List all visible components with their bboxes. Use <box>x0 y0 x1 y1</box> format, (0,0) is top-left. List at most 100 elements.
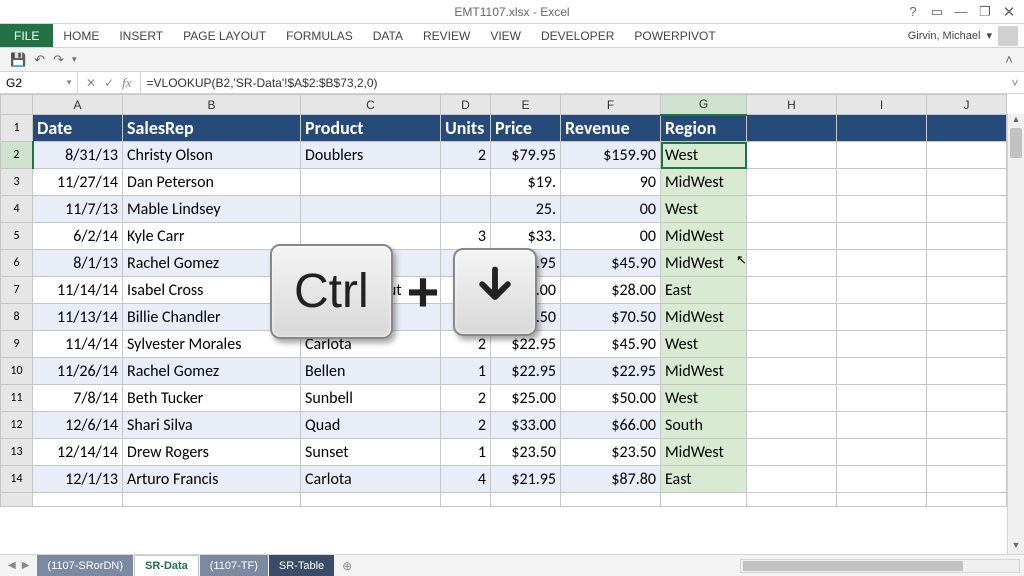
cell[interactable]: 2 <box>441 142 491 169</box>
cell[interactable]: MidWest <box>661 169 747 196</box>
cell[interactable] <box>747 385 837 412</box>
cell[interactable] <box>837 331 927 358</box>
cell[interactable]: 11/4/14 <box>33 331 123 358</box>
cell[interactable] <box>927 169 1007 196</box>
cell[interactable]: MidWest <box>661 439 747 466</box>
cell[interactable]: Drew Rogers <box>123 439 301 466</box>
col-J[interactable]: J <box>927 95 1007 115</box>
row-header[interactable]: 4 <box>1 196 33 223</box>
cell[interactable]: 6/2/14 <box>33 223 123 250</box>
tab-data[interactable]: DATA <box>363 24 413 47</box>
cell[interactable]: 90 <box>561 169 661 196</box>
cell[interactable] <box>927 493 1007 507</box>
cell[interactable]: MidWest <box>661 250 747 277</box>
cell[interactable] <box>441 196 491 223</box>
cell[interactable]: Carlota <box>301 466 441 493</box>
fx-icon[interactable]: fx <box>122 75 131 91</box>
cell[interactable]: Beth Tucker <box>123 385 301 412</box>
cancel-formula-icon[interactable]: ✕ <box>86 76 96 90</box>
new-sheet-icon[interactable]: ⊕ <box>335 555 359 576</box>
cell[interactable] <box>927 304 1007 331</box>
cell[interactable] <box>927 358 1007 385</box>
col-B[interactable]: B <box>123 95 301 115</box>
cell[interactable] <box>927 223 1007 250</box>
cell[interactable]: $45.90 <box>561 250 661 277</box>
cell[interactable] <box>837 223 927 250</box>
cell[interactable] <box>661 493 747 507</box>
sheet-tab[interactable]: SR-Table <box>269 555 334 576</box>
chevron-down-icon[interactable]: ▼ <box>65 78 73 87</box>
col-C[interactable]: C <box>301 95 441 115</box>
cell[interactable] <box>837 304 927 331</box>
cell[interactable]: $87.80 <box>561 466 661 493</box>
col-G[interactable]: G <box>661 95 747 115</box>
cell[interactable]: $19. <box>491 169 561 196</box>
cell[interactable]: MidWest <box>661 304 747 331</box>
cell[interactable] <box>837 277 927 304</box>
file-tab[interactable]: FILE <box>0 24 53 47</box>
cell[interactable]: $22.95 <box>561 358 661 385</box>
cell[interactable]: 4 <box>441 466 491 493</box>
sheet-nav-next-icon[interactable]: ▶ <box>22 560 30 571</box>
cell[interactable]: $70.50 <box>561 304 661 331</box>
cell[interactable]: 11/14/14 <box>33 277 123 304</box>
cell[interactable]: Arturo Francis <box>123 466 301 493</box>
tab-insert[interactable]: INSERT <box>109 24 173 47</box>
tab-home[interactable]: HOME <box>53 24 109 47</box>
cell[interactable] <box>837 439 927 466</box>
cell[interactable] <box>927 385 1007 412</box>
header-cell[interactable]: Product <box>301 115 441 142</box>
tab-view[interactable]: VIEW <box>480 24 531 47</box>
cell[interactable]: East <box>661 277 747 304</box>
row-header[interactable]: 7 <box>1 277 33 304</box>
cell[interactable]: South <box>661 412 747 439</box>
header-cell[interactable]: Date <box>33 115 123 142</box>
col-A[interactable]: A <box>33 95 123 115</box>
row-header[interactable]: 8 <box>1 304 33 331</box>
cell[interactable]: West <box>661 385 747 412</box>
cell[interactable]: 7/8/14 <box>33 385 123 412</box>
cell[interactable]: 12/1/13 <box>33 466 123 493</box>
cell[interactable] <box>33 493 123 507</box>
cell[interactable]: $23.50 <box>491 439 561 466</box>
sheet-nav-prev-icon[interactable]: ◀ <box>8 560 16 571</box>
cell[interactable]: 1 <box>441 439 491 466</box>
cell[interactable]: West <box>661 196 747 223</box>
cell[interactable]: Mable Lindsey <box>123 196 301 223</box>
cell[interactable] <box>441 169 491 196</box>
tab-pagelayout[interactable]: PAGE LAYOUT <box>173 24 276 47</box>
row-header[interactable]: 1 <box>1 115 33 142</box>
cell[interactable]: Sunbell <box>301 385 441 412</box>
cell[interactable]: 11/27/14 <box>33 169 123 196</box>
header-cell[interactable]: Price <box>491 115 561 142</box>
row-header[interactable]: 6 <box>1 250 33 277</box>
scroll-down-icon[interactable]: ▼ <box>1008 540 1024 554</box>
cell[interactable] <box>927 439 1007 466</box>
cell[interactable]: 00 <box>561 196 661 223</box>
header-cell[interactable]: Revenue <box>561 115 661 142</box>
ribbon-display-icon[interactable]: ▭ <box>926 3 948 21</box>
cell[interactable] <box>491 493 561 507</box>
cell[interactable] <box>747 115 837 142</box>
cell[interactable] <box>747 466 837 493</box>
cell[interactable] <box>837 115 927 142</box>
cell[interactable] <box>927 412 1007 439</box>
cell[interactable] <box>837 250 927 277</box>
cell[interactable]: $159.90 <box>561 142 661 169</box>
cell[interactable]: West <box>661 331 747 358</box>
col-E[interactable]: E <box>491 95 561 115</box>
row-header[interactable]: 5 <box>1 223 33 250</box>
header-cell[interactable]: Units <box>441 115 491 142</box>
cell[interactable]: 12/6/14 <box>33 412 123 439</box>
sheet-tab[interactable]: (1107-SRorDN) <box>37 555 133 576</box>
cell[interactable] <box>747 412 837 439</box>
cell[interactable] <box>927 250 1007 277</box>
cell[interactable] <box>301 196 441 223</box>
cell[interactable]: Dan Peterson <box>123 169 301 196</box>
cell[interactable]: 11/13/14 <box>33 304 123 331</box>
cell[interactable] <box>747 304 837 331</box>
cell[interactable]: MidWest <box>661 223 747 250</box>
cell[interactable]: 2 <box>441 412 491 439</box>
row-header[interactable]: 13 <box>1 439 33 466</box>
cell[interactable]: 25. <box>491 196 561 223</box>
